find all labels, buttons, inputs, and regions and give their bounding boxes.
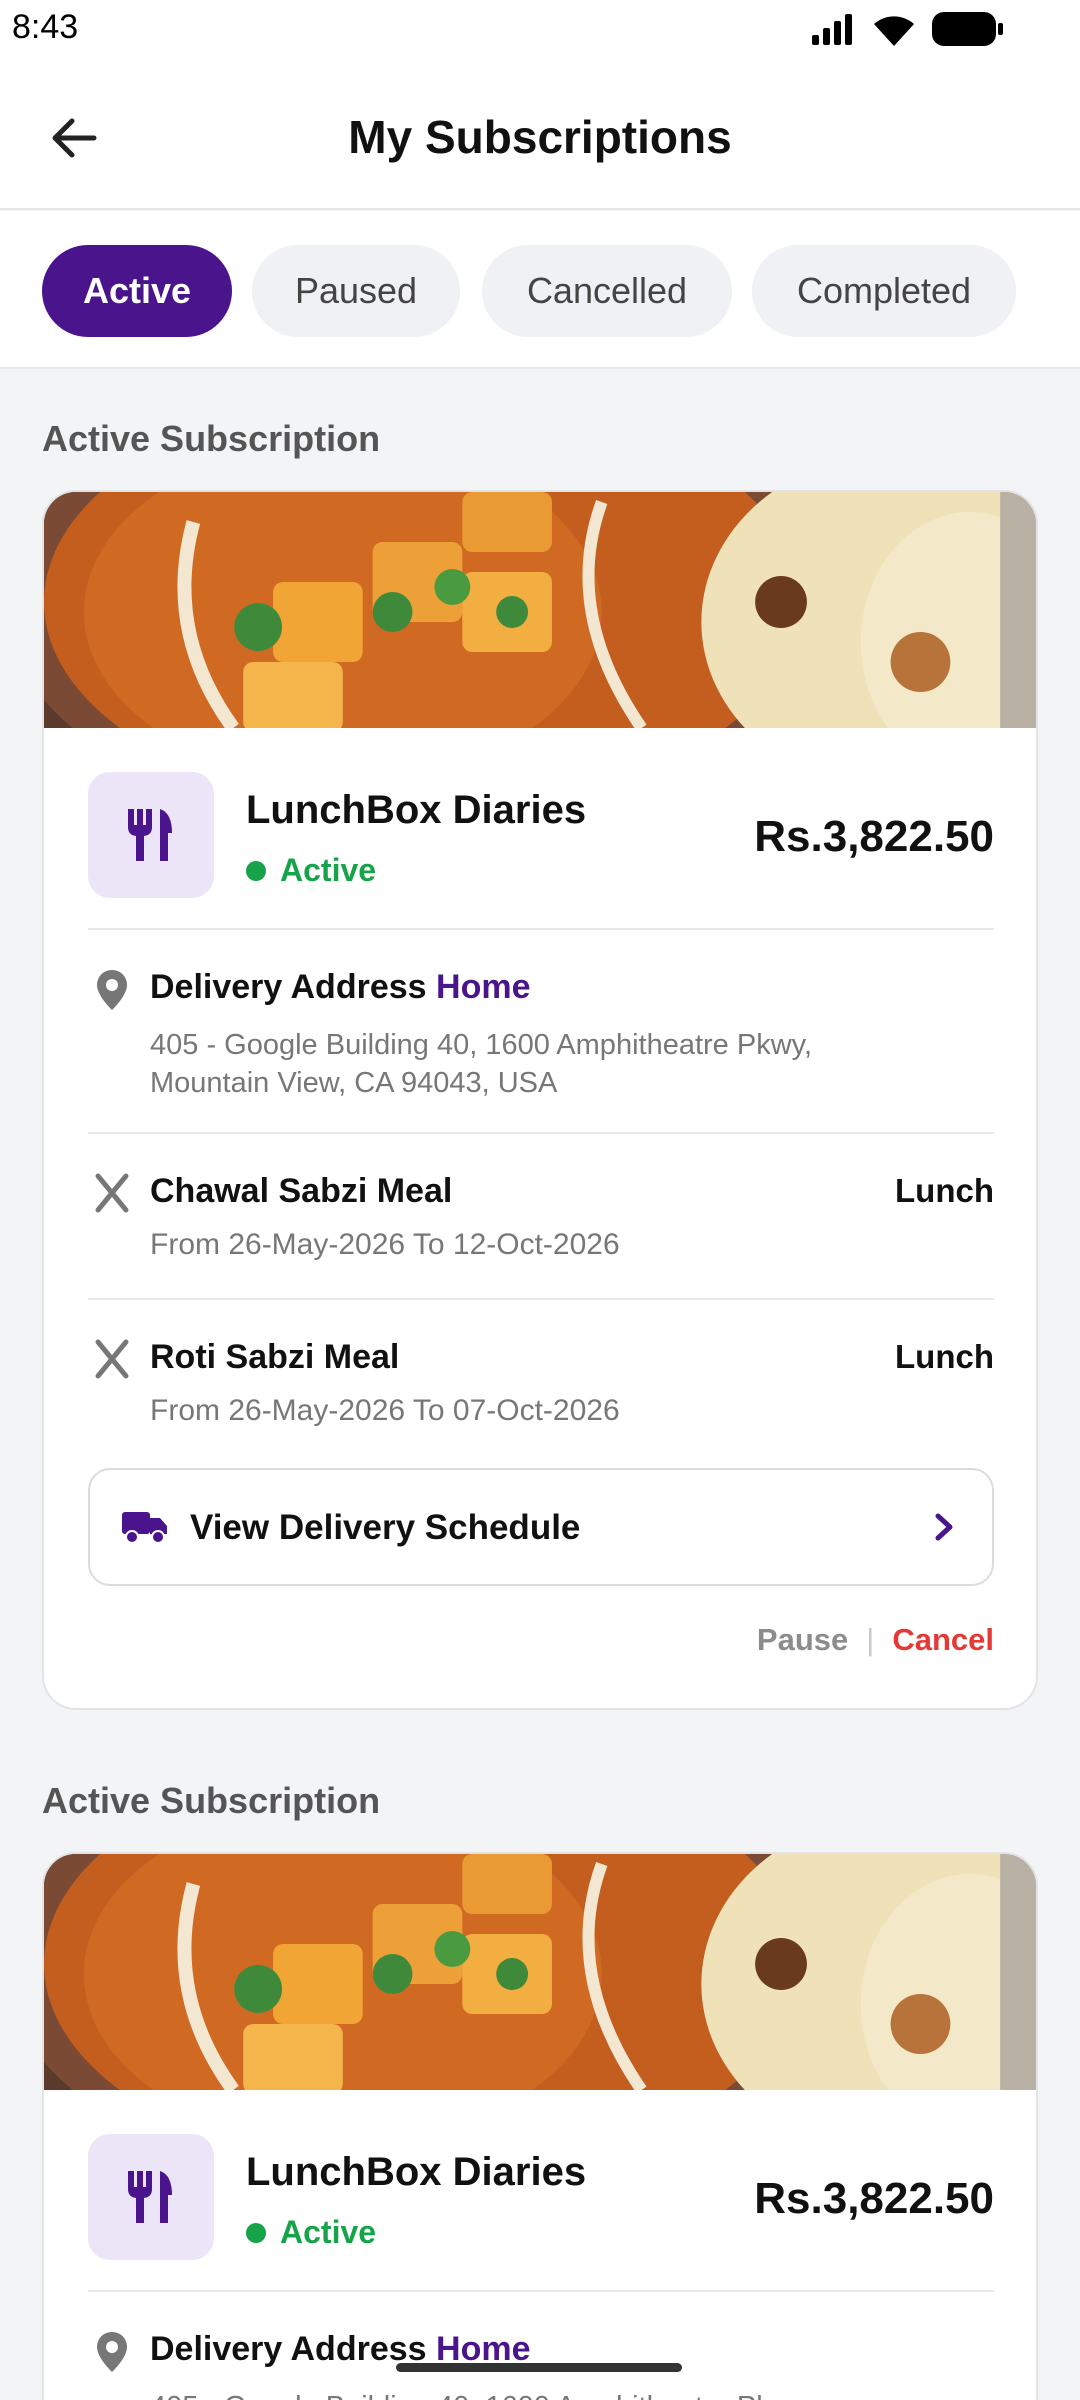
- divider: [88, 928, 994, 930]
- status-dot: [246, 2222, 266, 2243]
- tab-active[interactable]: Active: [42, 245, 232, 337]
- chevron-right-icon: [935, 1513, 953, 1541]
- view-delivery-schedule-label: View Delivery Schedule: [190, 1508, 581, 1547]
- divider: [88, 1132, 994, 1134]
- page-title: My Subscriptions: [348, 111, 732, 163]
- address-tag: Home: [436, 968, 531, 1006]
- pause-button[interactable]: Pause: [757, 1622, 848, 1658]
- cutlery-icon: [128, 2171, 172, 2223]
- location-pin-icon: [97, 970, 127, 1010]
- meal-cutlery-icon: [95, 1173, 129, 1213]
- meal-type: Lunch: [895, 1338, 994, 1375]
- meal-cutlery-icon: [95, 1339, 129, 1379]
- section-title: Active Subscription: [42, 1780, 381, 1821]
- signal-icon: [812, 14, 852, 45]
- subscription-card: LunchBox Diaries Active Rs.3,822.50 Deli…: [42, 1852, 1038, 2400]
- status-badge: Active: [246, 852, 376, 889]
- view-delivery-schedule-button[interactable]: View Delivery Schedule: [88, 1468, 994, 1586]
- tab-cancelled[interactable]: Cancelled: [482, 245, 732, 337]
- meal-name: Roti Sabzi Meal: [150, 1338, 400, 1376]
- battery-icon: [932, 12, 1003, 46]
- cutlery-icon: [128, 809, 172, 861]
- food-banner-image: [44, 492, 1036, 832]
- action-separator: |: [866, 1622, 875, 1657]
- card-actions: Pause | Cancel: [757, 1622, 994, 1658]
- status-text: Active: [280, 852, 377, 888]
- status-dot: [246, 860, 266, 881]
- vendor-name: LunchBox Diaries: [246, 2150, 587, 2194]
- delivery-address-label: Delivery Address: [150, 2330, 427, 2368]
- tab-paused[interactable]: Paused: [252, 245, 460, 337]
- subscription-card: LunchBox Diaries Active Rs.3,822.50 Deli…: [42, 490, 1038, 1710]
- section-title: Active Subscription: [42, 418, 381, 459]
- home-indicator: [396, 2363, 682, 2372]
- location-pin-icon: [97, 2332, 127, 2372]
- cancel-button[interactable]: Cancel: [892, 1622, 994, 1658]
- vendor-logo: [88, 2134, 214, 2260]
- divider: [88, 1298, 994, 1300]
- meal-name: Chawal Sabzi Meal: [150, 1172, 453, 1210]
- status-icons: [810, 12, 1004, 46]
- status-tabs: Active Paused Cancelled Completed: [0, 211, 1080, 369]
- app-bar: My Subscriptions: [0, 62, 1080, 210]
- tab-completed[interactable]: Completed: [752, 245, 1016, 337]
- status-text: Active: [280, 2214, 377, 2250]
- delivery-address-heading: Delivery Address Home: [150, 968, 530, 1007]
- vendor-logo: [88, 772, 214, 898]
- status-bar: 8:43: [0, 0, 1080, 62]
- subscription-price: Rs.3,822.50: [754, 2174, 994, 2223]
- vendor-name: LunchBox Diaries: [246, 788, 587, 832]
- status-badge: Active: [246, 2214, 376, 2251]
- status-time: 8:43: [12, 8, 79, 46]
- food-banner-image: [44, 1854, 1036, 2194]
- delivery-truck-icon: [122, 1512, 167, 1544]
- meal-dates: From 26-May-2026 To 12-Oct-2026: [150, 1228, 620, 1261]
- subscription-price: Rs.3,822.50: [754, 812, 994, 861]
- wifi-icon: [874, 16, 914, 46]
- meal-dates: From 26-May-2026 To 07-Oct-2026: [150, 1394, 620, 1427]
- delivery-address-text: 405 - Google Building 40, 1600 Amphithea…: [150, 2388, 930, 2400]
- divider: [88, 2290, 994, 2292]
- meal-type: Lunch: [895, 1172, 994, 1209]
- delivery-address-text: 405 - Google Building 40, 1600 Amphithea…: [150, 1029, 813, 1099]
- delivery-address-label: Delivery Address: [150, 968, 427, 1006]
